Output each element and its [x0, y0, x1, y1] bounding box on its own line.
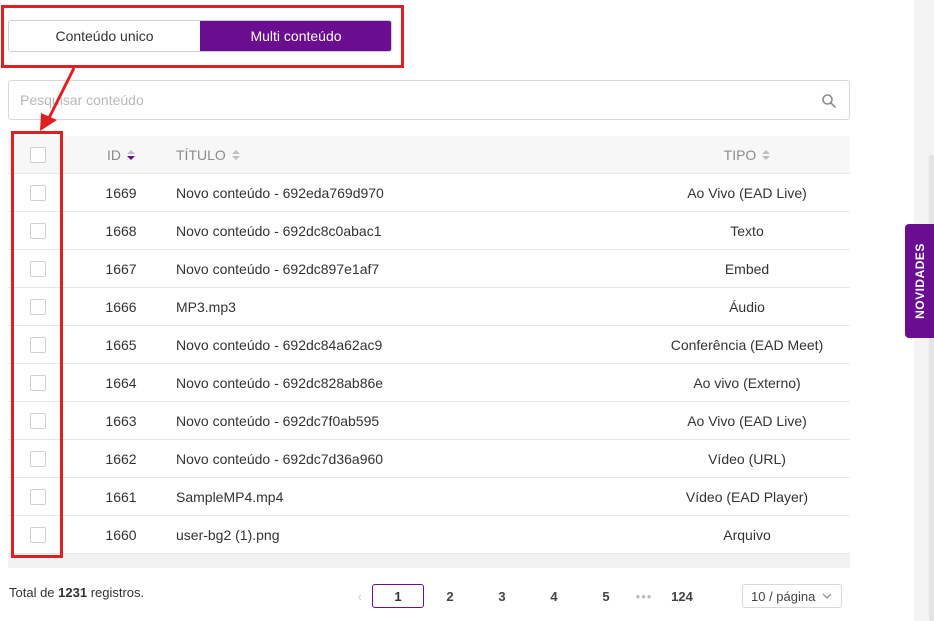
- row-title: Novo conteúdo - 692dc897e1af7: [176, 260, 380, 277]
- row-id: 1661: [105, 488, 137, 505]
- row-type: Vídeo (EAD Player): [685, 488, 809, 505]
- header-checkbox-cell: [8, 146, 68, 163]
- novidades-tab[interactable]: NOVIDADES: [905, 224, 934, 338]
- row-type: Arquivo: [723, 526, 771, 543]
- content-mode-toggle: Conteúdo unico Multi conteúdo: [8, 20, 392, 52]
- row-checkbox[interactable]: [30, 222, 46, 239]
- page-2-button[interactable]: 2: [424, 584, 476, 608]
- total-prefix: Total de: [9, 585, 59, 600]
- id-sort-icon[interactable]: [127, 149, 135, 160]
- table-row[interactable]: 1661 SampleMP4.mp4 Vídeo (EAD Player): [8, 478, 850, 516]
- column-type-header[interactable]: TIPO: [644, 147, 850, 163]
- search-icon[interactable]: [821, 93, 837, 109]
- total-count: 1231: [58, 585, 88, 600]
- row-id: 1667: [105, 260, 137, 277]
- row-checkbox[interactable]: [30, 260, 46, 277]
- table-row[interactable]: 1660 user-bg2 (1).png Arquivo: [8, 516, 850, 554]
- row-type: Embed: [724, 260, 770, 277]
- single-content-tab[interactable]: Conteúdo unico: [9, 21, 200, 51]
- column-id-label: ID: [107, 146, 121, 163]
- search-input[interactable]: [9, 81, 849, 119]
- page-size-value: 10 / página: [751, 588, 816, 604]
- row-checkbox[interactable]: [30, 184, 46, 201]
- page-3-button[interactable]: 3: [476, 584, 528, 608]
- total-records: Total de 1231 registros.: [9, 585, 144, 600]
- column-type-label: TIPO: [723, 146, 757, 163]
- table-row[interactable]: 1667 Novo conteúdo - 692dc897e1af7 Embed: [8, 250, 850, 288]
- row-checkbox[interactable]: [30, 488, 46, 505]
- row-type: Vídeo (URL): [708, 450, 786, 467]
- row-type: Conferência (EAD Meet): [670, 336, 824, 353]
- table-header: ID TÍTULO TIPO: [8, 136, 850, 174]
- page-4-button[interactable]: 4: [528, 584, 580, 608]
- row-checkbox[interactable]: [30, 374, 46, 391]
- content-table: ID TÍTULO TIPO 1669 Novo conteúdo - 692e…: [8, 136, 850, 568]
- row-type: Áudio: [729, 298, 765, 315]
- column-id-header[interactable]: ID: [68, 147, 174, 163]
- title-sort-icon[interactable]: [231, 149, 240, 160]
- row-title: Novo conteúdo - 692dc828ab86e: [176, 374, 384, 391]
- novidades-label: NOVIDADES: [912, 243, 927, 319]
- row-checkbox[interactable]: [30, 336, 46, 353]
- type-sort-icon[interactable]: [762, 149, 771, 160]
- row-id: 1662: [105, 450, 137, 467]
- select-all-checkbox[interactable]: [30, 146, 46, 163]
- table-row[interactable]: 1662 Novo conteúdo - 692dc7d36a960 Vídeo…: [8, 440, 850, 478]
- row-checkbox[interactable]: [30, 450, 46, 467]
- row-checkbox[interactable]: [30, 298, 46, 315]
- row-title: Novo conteúdo - 692dc7f0ab595: [176, 412, 380, 429]
- search-box: [8, 80, 850, 120]
- table-row[interactable]: 1664 Novo conteúdo - 692dc828ab86e Ao vi…: [8, 364, 850, 402]
- column-title-label: TÍTULO: [176, 146, 226, 163]
- row-type: Ao Vivo (EAD Live): [687, 412, 807, 429]
- prev-page-icon[interactable]: ‹: [352, 588, 368, 604]
- table-row[interactable]: 1666 MP3.mp3 Áudio: [8, 288, 850, 326]
- table-row[interactable]: 1668 Novo conteúdo - 692dc8c0abac1 Texto: [8, 212, 850, 250]
- row-type: Texto: [730, 222, 764, 239]
- last-page-button[interactable]: 124: [656, 584, 708, 608]
- table-row[interactable]: 1663 Novo conteúdo - 692dc7f0ab595 Ao Vi…: [8, 402, 850, 440]
- row-checkbox[interactable]: [30, 526, 46, 543]
- pagination-ellipsis[interactable]: •••: [632, 589, 656, 604]
- row-checkbox[interactable]: [30, 412, 46, 429]
- row-id: 1665: [105, 336, 137, 353]
- table-row[interactable]: 1669 Novo conteúdo - 692eda769d970 Ao Vi…: [8, 174, 850, 212]
- row-title: Novo conteúdo - 692dc7d36a960: [176, 450, 384, 467]
- row-id: 1663: [105, 412, 137, 429]
- chevron-down-icon: [822, 593, 832, 599]
- table-scroll-strip: [8, 554, 850, 568]
- row-id: 1668: [105, 222, 137, 239]
- pagination: ‹ 1 2 3 4 5 ••• 124: [352, 584, 708, 608]
- total-suffix: registros.: [87, 585, 145, 600]
- row-type: Ao vivo (Externo): [693, 374, 801, 391]
- row-id: 1664: [105, 374, 137, 391]
- page-1-button[interactable]: 1: [372, 584, 424, 608]
- table-row[interactable]: 1665 Novo conteúdo - 692dc84a62ac9 Confe…: [8, 326, 850, 364]
- row-title: SampleMP4.mp4: [176, 488, 284, 505]
- page-5-button[interactable]: 5: [580, 584, 632, 608]
- row-id: 1660: [105, 526, 137, 543]
- row-type: Ao Vivo (EAD Live): [687, 184, 807, 201]
- row-title: Novo conteúdo - 692dc8c0abac1: [176, 222, 382, 239]
- row-id: 1666: [105, 298, 137, 315]
- row-id: 1669: [105, 184, 137, 201]
- multi-content-tab[interactable]: Multi conteúdo: [200, 21, 391, 51]
- row-title: Novo conteúdo - 692eda769d970: [176, 184, 384, 201]
- row-title: MP3.mp3: [176, 298, 236, 315]
- row-title: Novo conteúdo - 692dc84a62ac9: [176, 336, 383, 353]
- column-title-header[interactable]: TÍTULO: [174, 147, 644, 163]
- page-size-select[interactable]: 10 / página: [742, 584, 842, 608]
- row-title: user-bg2 (1).png: [176, 526, 280, 543]
